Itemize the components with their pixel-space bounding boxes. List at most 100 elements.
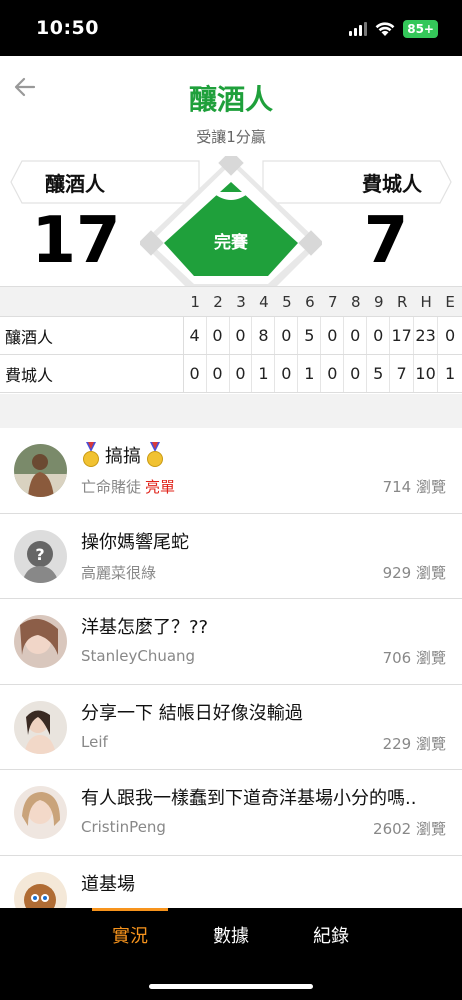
- post-title-text: 搞搞: [105, 446, 141, 467]
- cellular-signal-icon: [349, 22, 368, 36]
- diamond-icon: [138, 150, 324, 288]
- innings-team-name: 費城人: [0, 355, 184, 392]
- innings-header-row: 1 2 3 4 5 6 7 8 9 R H E: [0, 287, 462, 317]
- inning-cell: 0: [275, 317, 299, 354]
- active-tab-indicator: [92, 908, 168, 911]
- inning-cell: 0: [230, 355, 253, 392]
- post-author: Leif: [81, 732, 108, 751]
- tab-stats[interactable]: 數據: [196, 922, 266, 948]
- author-name: 亡命賭徒: [81, 478, 142, 496]
- list-item[interactable]: ? 操你媽響尾蛇 高麗菜很綠 929 瀏覽: [0, 514, 462, 599]
- team-column-header: [0, 287, 184, 316]
- post-author: CristinPeng: [81, 818, 166, 836]
- inning-cell: 0: [321, 355, 345, 392]
- list-item[interactable]: 道基場: [0, 856, 462, 908]
- post-author: StanleyChuang: [81, 647, 196, 665]
- medal-icon: [147, 442, 163, 467]
- list-item[interactable]: 搞搞 亡命賭徒 亮單 714 瀏覽: [0, 428, 462, 514]
- inning-cell: 0: [207, 317, 230, 354]
- inning-cell: 1: [252, 355, 276, 392]
- avatar[interactable]: [14, 786, 67, 839]
- handicap-subtitle: 受讓1分贏: [196, 128, 266, 146]
- post-views: 706 瀏覽: [382, 649, 446, 667]
- author-badge: 亮單: [145, 478, 176, 496]
- section-divider: [0, 394, 462, 428]
- wifi-icon: [375, 21, 395, 36]
- innings-table: 1 2 3 4 5 6 7 8 9 R H E 釀酒人 4 0 0 8 0 5 …: [0, 286, 462, 393]
- inning-cell: 0: [207, 355, 230, 392]
- list-item[interactable]: 洋基怎麼了？?? StanleyChuang 706 瀏覽: [0, 599, 462, 685]
- battery-indicator: 85+: [403, 20, 438, 38]
- runs-header: R: [396, 292, 408, 311]
- avatar[interactable]: [14, 871, 67, 908]
- game-detail-panel: 釀酒人 受讓1分贏 釀酒人 費城人 17 7 完賽 1 2 3 4 5 6 7 …: [0, 56, 462, 908]
- inning-header: 8: [350, 292, 361, 311]
- errors-cell: 0: [444, 326, 456, 345]
- inning-header: 1: [190, 292, 200, 311]
- inning-cell: 8: [252, 317, 276, 354]
- page-title: 釀酒人: [188, 83, 273, 116]
- inning-cell: 4: [184, 317, 207, 354]
- status-time: 10:50: [36, 17, 99, 39]
- inning-cell: 1: [298, 355, 322, 392]
- inning-cell: 5: [367, 355, 391, 392]
- inning-header: 9: [373, 292, 384, 311]
- home-score: 7: [363, 204, 409, 278]
- inning-cell: 0: [230, 317, 253, 354]
- post-author: 高麗菜很綠: [81, 563, 157, 582]
- post-title: 道基場: [81, 873, 135, 895]
- tab-live[interactable]: 實況: [95, 922, 165, 948]
- post-title: 有人跟我一樣蠢到下道奇洋基場小分的嗎..: [81, 788, 417, 809]
- post-title: 洋基怎麼了？??: [81, 617, 209, 638]
- baseball-diamond: 完賽: [138, 150, 324, 288]
- inning-cell: 0: [344, 317, 368, 354]
- tab-records[interactable]: 紀錄: [296, 922, 366, 948]
- avatar[interactable]: ?: [14, 529, 67, 583]
- errors-header: E: [445, 292, 455, 311]
- status-icons: 85+: [349, 20, 438, 38]
- home-team-name: 費城人: [362, 172, 422, 196]
- runs-cell: 17: [390, 317, 415, 354]
- post-views: 929 瀏覽: [382, 563, 446, 582]
- game-status-label: 完賽: [214, 233, 248, 253]
- avatar[interactable]: [14, 444, 67, 497]
- hits-cell: 23: [414, 317, 439, 354]
- medal-icon: [83, 442, 99, 467]
- innings-row-away: 釀酒人 4 0 0 8 0 5 0 0 0 17 23 0: [0, 317, 462, 355]
- post-views: 714 瀏覽: [382, 478, 446, 496]
- post-title: 搞搞: [81, 442, 165, 468]
- home-indicator[interactable]: [149, 984, 313, 989]
- list-item[interactable]: 有人跟我一樣蠢到下道奇洋基場小分的嗎.. CristinPeng 2602 瀏覽: [0, 770, 462, 856]
- inning-cell: 0: [184, 355, 207, 392]
- avatar[interactable]: [14, 700, 67, 754]
- post-title: 分享一下 結帳日好像沒輸過: [81, 702, 303, 724]
- hits-header: H: [420, 292, 432, 311]
- post-views: 2602 瀏覽: [373, 820, 446, 838]
- inning-cell: 0: [275, 355, 299, 392]
- inning-header: 5: [282, 292, 292, 311]
- post-author: 亡命賭徒 亮單: [81, 476, 175, 497]
- away-score: 17: [31, 204, 121, 278]
- svg-text:?: ?: [35, 545, 44, 564]
- inning-header: 2: [213, 292, 223, 311]
- inning-cell: 0: [344, 355, 368, 392]
- errors-cell: 1: [444, 364, 456, 383]
- hits-cell: 10: [414, 355, 439, 392]
- innings-row-home: 費城人 0 0 0 1 0 1 0 0 5 7 10 1: [0, 355, 462, 393]
- runs-cell: 7: [390, 355, 415, 392]
- inning-header: 6: [305, 292, 315, 311]
- inning-cell: 0: [367, 317, 391, 354]
- post-list: 搞搞 亡命賭徒 亮單 714 瀏覽 ? 操你媽響尾蛇 高麗菜很綠 929 瀏覽 洋…: [0, 428, 462, 908]
- list-item[interactable]: 分享一下 結帳日好像沒輸過 Leif 229 瀏覽: [0, 685, 462, 770]
- post-views: 229 瀏覽: [382, 734, 446, 753]
- status-bar: 10:50 85+: [0, 0, 462, 56]
- away-team-name: 釀酒人: [45, 172, 105, 196]
- inning-header: 3: [236, 292, 246, 311]
- avatar[interactable]: [14, 615, 67, 668]
- inning-header: 4: [259, 292, 269, 311]
- post-title: 操你媽響尾蛇: [81, 531, 189, 553]
- innings-team-name: 釀酒人: [0, 317, 184, 354]
- inning-cell: 5: [298, 317, 322, 354]
- inning-header: 7: [328, 292, 338, 311]
- inning-cell: 0: [321, 317, 345, 354]
